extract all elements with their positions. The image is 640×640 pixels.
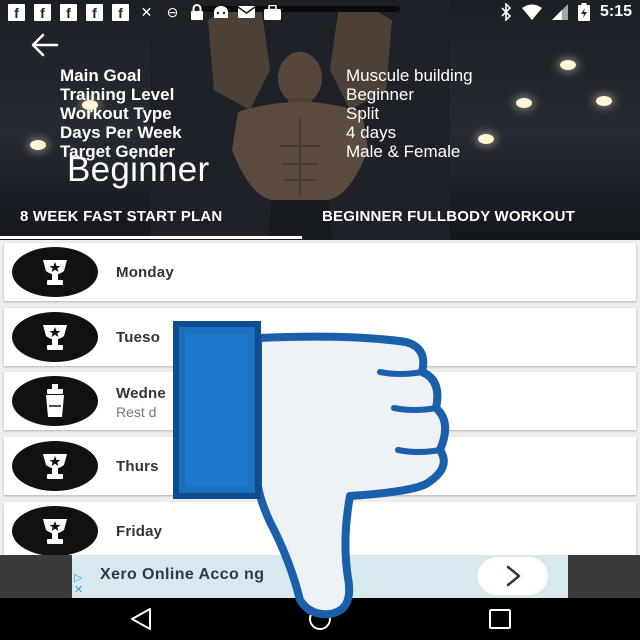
facebook-icon: f xyxy=(34,3,51,21)
trophy-icon xyxy=(12,506,98,556)
wifi-icon xyxy=(521,4,542,20)
android-icon xyxy=(214,6,228,18)
day-text: Tueso xyxy=(116,329,160,346)
ceiling-light xyxy=(478,134,494,144)
do-not-disturb-icon: ⊖ xyxy=(166,3,179,20)
info-row-main-goal: Main Goal Muscule building xyxy=(60,66,473,85)
trophy-icon xyxy=(12,312,98,362)
facebook-icon: f xyxy=(60,3,77,21)
day-name: Friday xyxy=(116,522,163,540)
trophy-icon xyxy=(12,247,98,297)
tab-8-week-fast-start-plan[interactable]: 8 WEEK FAST START PLAN xyxy=(20,208,222,225)
facebook-icon: f xyxy=(112,3,129,21)
status-bar: f f f f f ✕ ⊖ 5:15 xyxy=(0,0,640,24)
notification-icons: f f f f f ✕ ⊖ xyxy=(8,3,281,21)
battery-charging-icon xyxy=(577,3,590,21)
app-screen: f f f f f ✕ ⊖ 5:15 Main Goal Muscule bui… xyxy=(0,0,640,640)
day-text: Friday xyxy=(116,523,162,540)
info-value: 4 days xyxy=(346,122,397,142)
nav-recents-icon[interactable] xyxy=(487,607,513,631)
signal-icon xyxy=(551,4,568,20)
thumbs-down-icon xyxy=(173,321,450,619)
plan-tabs: 8 WEEK FAST START PLAN BEGINNER FULLBODY… xyxy=(0,200,640,238)
day-name: Tueso xyxy=(116,328,161,346)
facebook-icon: f xyxy=(86,3,103,21)
chevron-right-icon xyxy=(506,565,521,587)
ceiling-light xyxy=(560,60,576,70)
info-value: Beginner xyxy=(346,84,415,104)
plan-info-table: Main Goal Muscule building Training Leve… xyxy=(60,66,473,161)
lock-icon xyxy=(191,4,203,20)
day-text: Monday xyxy=(116,264,174,281)
day-card-monday[interactable]: Monday xyxy=(4,243,636,301)
day-name: Monday xyxy=(116,263,174,281)
info-row-training-level: Training Level Beginner xyxy=(60,85,473,104)
mail-icon xyxy=(238,6,255,18)
info-label: Workout Type xyxy=(60,103,172,123)
day-text: Thurs xyxy=(116,458,159,475)
info-label: Main Goal xyxy=(60,65,142,85)
system-icons: 5:15 xyxy=(500,3,632,21)
tools-icon: ✕ xyxy=(140,3,153,20)
clock: 5:15 xyxy=(599,3,632,20)
ceiling-light xyxy=(516,98,532,108)
nav-back-icon[interactable] xyxy=(128,607,154,631)
ceiling-light xyxy=(596,96,612,106)
ceiling-light xyxy=(30,140,46,150)
adchoices-icon[interactable]: ▷ ✕ xyxy=(74,572,92,596)
info-row-days-per-week: Days Per Week 4 days xyxy=(60,123,473,142)
info-label: Days Per Week xyxy=(60,122,182,142)
info-row-workout-type: Workout Type Split xyxy=(60,104,473,123)
day-subtitle: Rest d xyxy=(116,404,157,420)
tab-indicator xyxy=(0,236,302,239)
tab-beginner-fullbody-workout[interactable]: BEGINNER FULLBODY WORKOUT xyxy=(322,208,575,225)
briefcase-icon xyxy=(264,4,281,20)
info-value: Male & Female xyxy=(346,141,461,161)
day-name: Thurs xyxy=(116,457,159,475)
info-value: Split xyxy=(346,103,380,123)
back-arrow-icon[interactable] xyxy=(30,32,60,58)
shaker-bottle-icon xyxy=(12,376,98,426)
info-value: Muscule building xyxy=(346,65,473,85)
ad-cta-button[interactable] xyxy=(478,557,548,595)
info-label: Training Level xyxy=(60,84,175,104)
trophy-icon xyxy=(12,441,98,491)
bluetooth-icon xyxy=(501,3,512,21)
facebook-icon: f xyxy=(8,3,25,21)
day-text: Wedne Rest d xyxy=(116,385,166,420)
day-name: Wedne xyxy=(116,385,166,402)
level-title: Beginner xyxy=(67,150,210,189)
